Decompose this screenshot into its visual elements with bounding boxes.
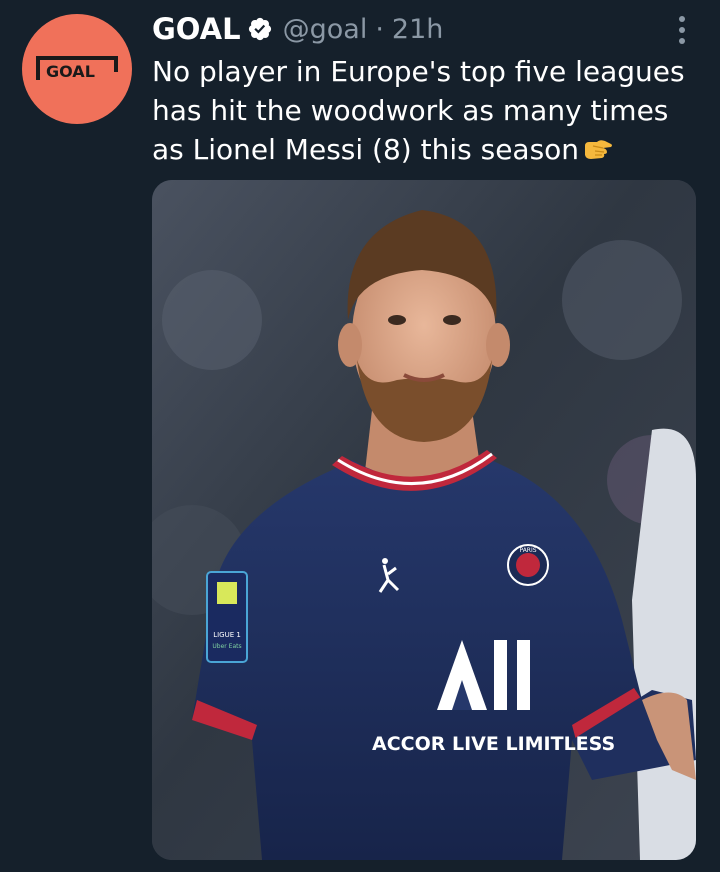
league-badge-sub: Uber Eats xyxy=(212,643,241,650)
league-badge-text: LIGUE 1 xyxy=(213,631,241,639)
photo-illustration: PARIS LIGUE 1 Uber Eats ACCOR LIVE LIMIT… xyxy=(152,180,696,860)
goal-logo-text: GOAL xyxy=(46,62,95,81)
shirt-sponsor-text: ACCOR LIVE LIMITLESS xyxy=(372,733,615,755)
handle[interactable]: @goal xyxy=(283,14,368,45)
timestamp[interactable]: 21h xyxy=(392,14,443,45)
crest-text: PARIS xyxy=(519,547,536,554)
avatar[interactable]: GOAL xyxy=(22,14,132,124)
more-options-icon[interactable] xyxy=(678,16,686,44)
display-name[interactable]: GOAL xyxy=(152,12,241,46)
tweet-photo[interactable]: PARIS LIGUE 1 Uber Eats ACCOR LIVE LIMIT… xyxy=(152,180,696,860)
separator: · xyxy=(375,13,384,45)
verified-badge-icon xyxy=(247,16,273,42)
tweet-header: GOAL @goal · 21h xyxy=(152,10,443,48)
pointing-hand-emoji-icon xyxy=(583,133,613,159)
tweet-text: No player in Europe's top five leagues h… xyxy=(152,52,702,169)
tweet[interactable]: GOAL GOAL @goal · 21h No player in Europ… xyxy=(0,0,720,872)
goal-logo-icon: GOAL xyxy=(36,56,118,82)
